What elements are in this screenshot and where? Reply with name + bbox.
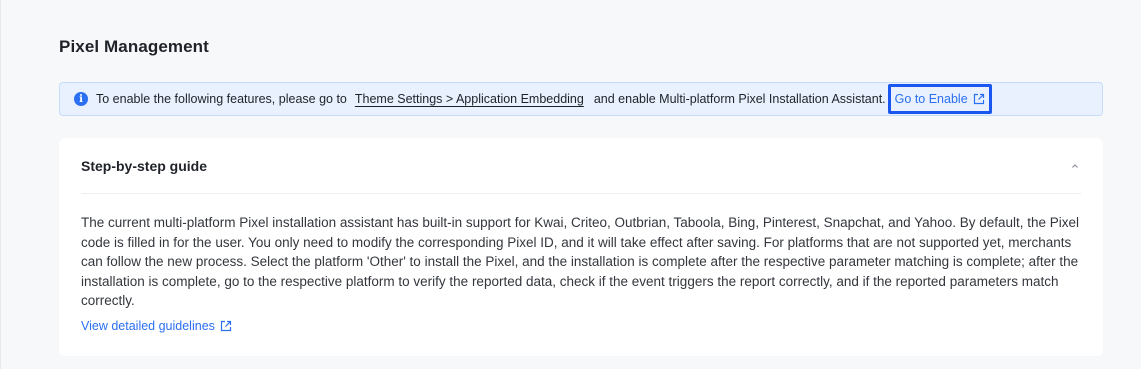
guide-card-header[interactable]: Step-by-step guide: [81, 138, 1081, 194]
go-to-enable-link[interactable]: Go to Enable: [887, 84, 992, 114]
step-by-step-guide-card: Step-by-step guide The current multi-pla…: [59, 138, 1103, 356]
guide-link-label: View detailed guidelines: [81, 319, 215, 333]
go-to-enable-label: Go to Enable: [894, 92, 968, 106]
guide-body-text: The current multi-platform Pixel install…: [81, 215, 1080, 308]
external-link-icon: [220, 320, 232, 332]
theme-settings-link[interactable]: Theme Settings > Application Embedding: [355, 92, 584, 106]
guide-title: Step-by-step guide: [81, 157, 208, 174]
pixel-management-page: Pixel Management i To enable the followi…: [0, 0, 1141, 369]
external-link-icon: [973, 93, 984, 105]
chevron-up-icon[interactable]: [1069, 160, 1081, 172]
banner-text-before: To enable the following features, please…: [96, 92, 347, 106]
info-banner: i To enable the following features, plea…: [59, 82, 1103, 116]
info-icon: i: [74, 92, 88, 106]
page-title: Pixel Management: [59, 37, 209, 56]
view-detailed-guidelines-link[interactable]: View detailed guidelines: [81, 319, 232, 333]
banner-text-after: and enable Multi-platform Pixel Installa…: [593, 92, 886, 106]
